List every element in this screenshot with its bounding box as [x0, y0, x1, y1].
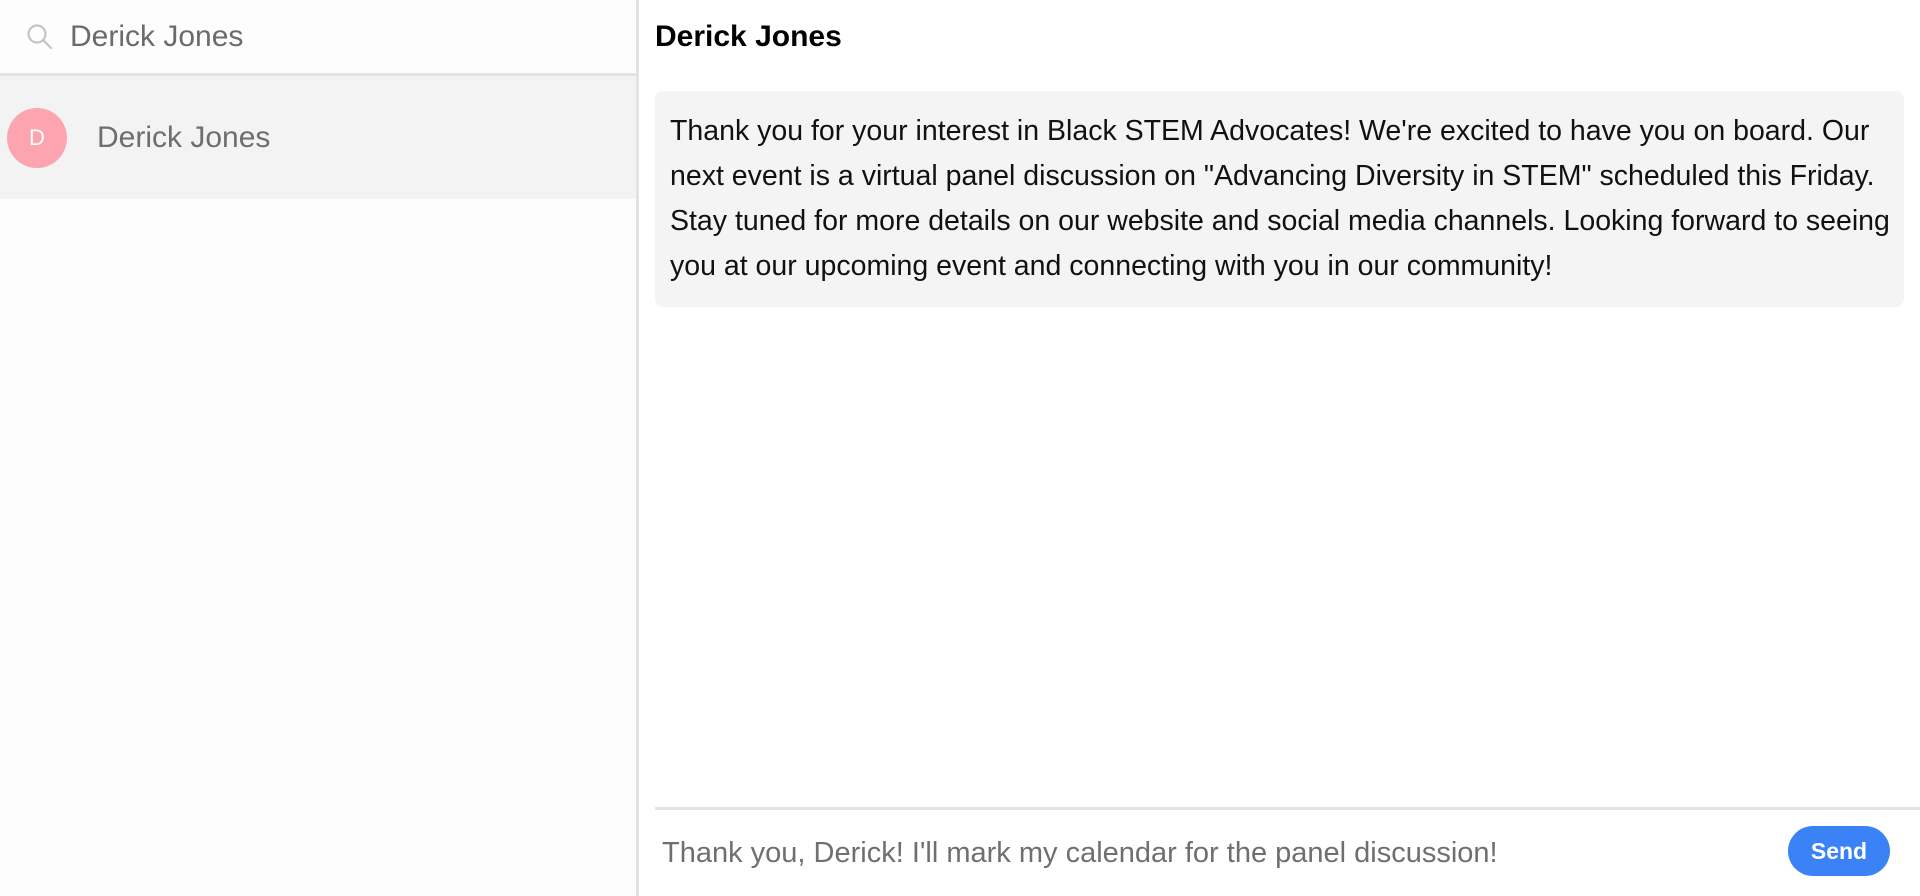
- avatar-initial: D: [29, 124, 45, 150]
- messaging-app: D Derick Jones Derick Jones Thank you fo…: [0, 0, 1920, 896]
- avatar: D: [7, 107, 67, 168]
- search-bar: [0, 0, 636, 76]
- message-bubble: Thank you for your interest in Black STE…: [655, 91, 1904, 307]
- chat-panel: Derick Jones Thank you for your interest…: [639, 0, 1920, 896]
- search-input[interactable]: [70, 19, 610, 54]
- message-composer: Send: [655, 807, 1920, 896]
- message-input[interactable]: [662, 836, 1752, 870]
- contact-name: Derick Jones: [97, 120, 271, 154]
- sidebar: D Derick Jones: [0, 0, 636, 896]
- contact-list-item[interactable]: D Derick Jones: [0, 76, 636, 199]
- chat-title: Derick Jones: [655, 20, 842, 53]
- search-icon: [22, 19, 58, 55]
- send-button[interactable]: Send: [1788, 826, 1890, 876]
